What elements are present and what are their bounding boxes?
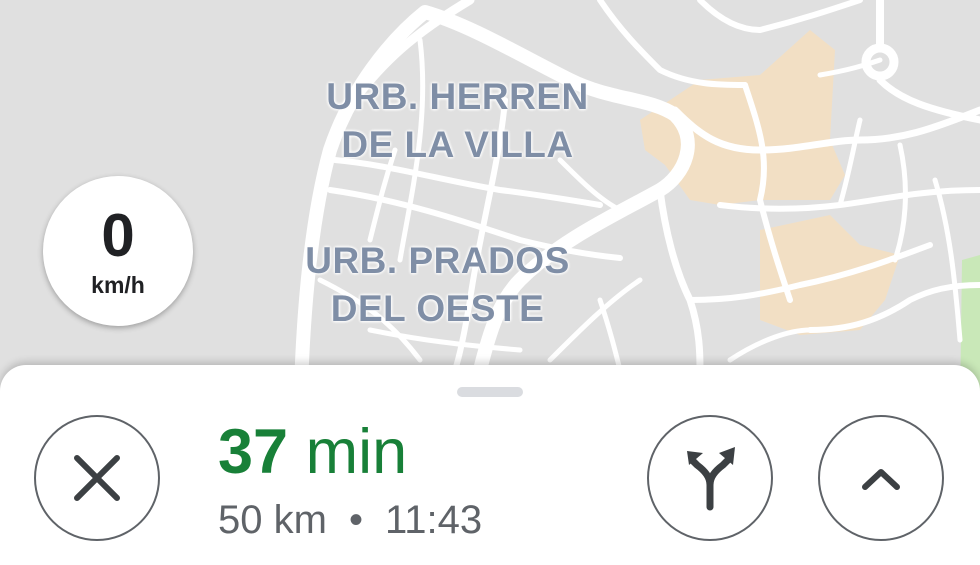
speedometer: 0 km/h [43,176,193,326]
chevron-up-icon [862,469,900,490]
trip-bottom-sheet[interactable]: 37 min 50 km • 11:43 [0,365,980,565]
area-label-line: URB. PRADOS [305,240,570,281]
eta: 37 min [218,417,407,487]
arrival-time: 11:43 [384,498,483,542]
expand-trip-details-button[interactable] [818,415,944,541]
trip-summary: 50 km • 11:43 [218,495,482,545]
alternate-routes-button[interactable] [647,415,773,541]
eta-unit: min [305,417,408,487]
close-icon [74,455,120,501]
area-label-line: DE LA VILLA [341,124,574,165]
eta-value: 37 [218,417,289,487]
separator-dot: • [348,498,363,542]
area-label-urb-prados: URB. PRADOS DEL OESTE [275,237,600,333]
area-label-line: DEL OESTE [330,288,545,329]
area-label-urb-herren: URB. HERREN DE LA VILLA [300,73,615,169]
exit-navigation-button[interactable] [34,415,160,541]
speed-unit: km/h [91,272,145,298]
sheet-drag-handle[interactable] [457,387,523,397]
trip-distance: 50 km [218,498,327,542]
fork-arrows-icon [687,447,735,511]
speed-value: 0 [101,202,135,269]
area-label-line: URB. HERREN [326,76,589,117]
